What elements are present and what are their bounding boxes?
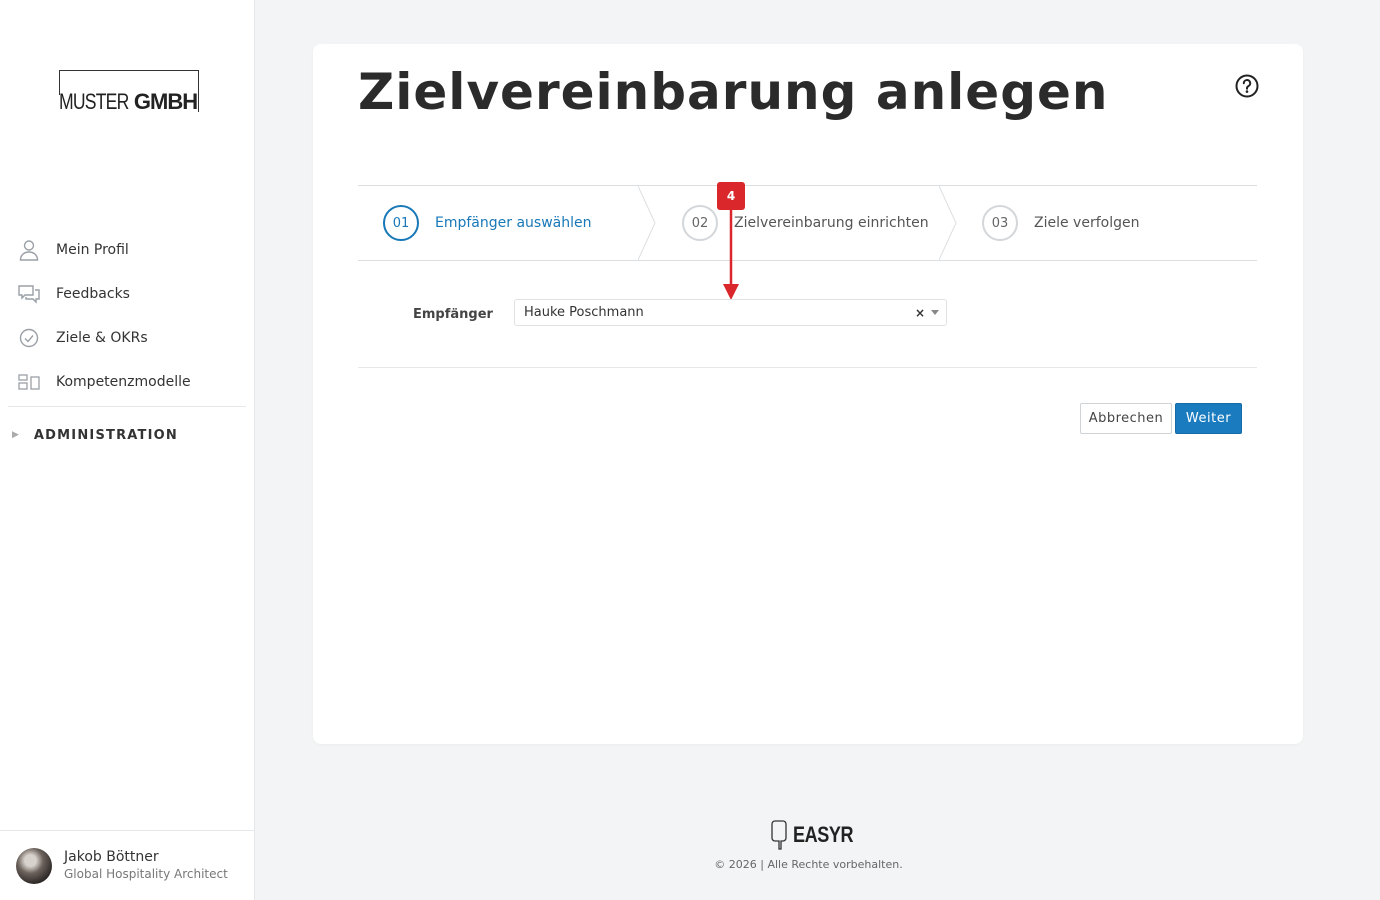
sidebar-item-feedbacks[interactable]: Feedbacks [0, 272, 254, 316]
caret-right-icon: ▶ [12, 430, 19, 440]
step-number: 01 [383, 205, 419, 241]
sidebar-item-ziele-okrs[interactable]: Ziele & OKRs [0, 316, 254, 360]
clear-selection-icon[interactable]: × [915, 306, 925, 320]
sidebar-item-mein-profil[interactable]: Mein Profil [0, 228, 254, 272]
logo-text-bold: GMBH [133, 89, 198, 114]
footer-logo-text: EASYR [793, 822, 854, 847]
chat-bubbles-icon [18, 283, 40, 305]
page-title: Zielvereinbarung anlegen [358, 63, 1109, 121]
stepper: 01 Empfänger auswählen 02 Zielvereinbaru… [358, 185, 1257, 261]
sidebar-nav: Mein Profil Feedbacks Ziele & OKRs Kompe… [0, 228, 254, 463]
recipient-select[interactable]: Hauke Poschmann × [514, 299, 947, 326]
copyright-text: © 2026 | Alle Rechte vorbehalten. [714, 858, 903, 871]
step-label: Zielvereinbarung einrichten [734, 215, 929, 231]
logo-text-thin: MUSTER [59, 89, 129, 114]
step-separator-icon [638, 186, 656, 260]
step-number: 03 [982, 205, 1018, 241]
step-label: Empfänger auswählen [435, 215, 592, 231]
help-icon[interactable] [1235, 74, 1259, 98]
sidebar: MUSTER GMBH Mein Profil Feedbacks Ziele &… [0, 0, 255, 900]
chevron-down-icon[interactable] [931, 310, 939, 315]
sidebar-item-label: Feedbacks [56, 286, 130, 302]
company-logo[interactable]: MUSTER GMBH [59, 70, 199, 114]
form-divider [358, 367, 1257, 368]
easyr-logo-icon [771, 820, 787, 850]
annotation-arrow-icon [723, 210, 739, 300]
competency-grid-icon [18, 371, 40, 393]
next-button[interactable]: Weiter [1175, 403, 1242, 434]
footer-logo: EASYR [771, 818, 866, 852]
sidebar-item-kompetenzmodelle[interactable]: Kompetenzmodelle [0, 360, 254, 404]
step-label: Ziele verfolgen [1034, 215, 1140, 231]
admin-label: ADMINISTRATION [33, 427, 178, 443]
annotation-badge: 4 [717, 182, 745, 210]
step-3[interactable]: 03 Ziele verfolgen [982, 186, 1139, 260]
step-number: 02 [682, 205, 718, 241]
user-icon [18, 239, 40, 261]
sidebar-item-label: Mein Profil [56, 242, 129, 258]
check-circle-icon [18, 327, 40, 349]
sidebar-item-label: Kompetenzmodelle [56, 374, 191, 390]
recipient-value: Hauke Poschmann [524, 305, 644, 320]
step-separator-icon [939, 186, 957, 260]
sidebar-item-administration[interactable]: ▶ ADMINISTRATION [0, 407, 254, 463]
recipient-label: Empfänger [413, 307, 493, 322]
main-card: Zielvereinbarung anlegen 01 Empfänger au… [313, 44, 1303, 744]
cancel-button[interactable]: Abbrechen [1080, 403, 1172, 434]
sidebar-item-label: Ziele & OKRs [56, 330, 148, 346]
step-1[interactable]: 01 Empfänger auswählen [383, 186, 591, 260]
